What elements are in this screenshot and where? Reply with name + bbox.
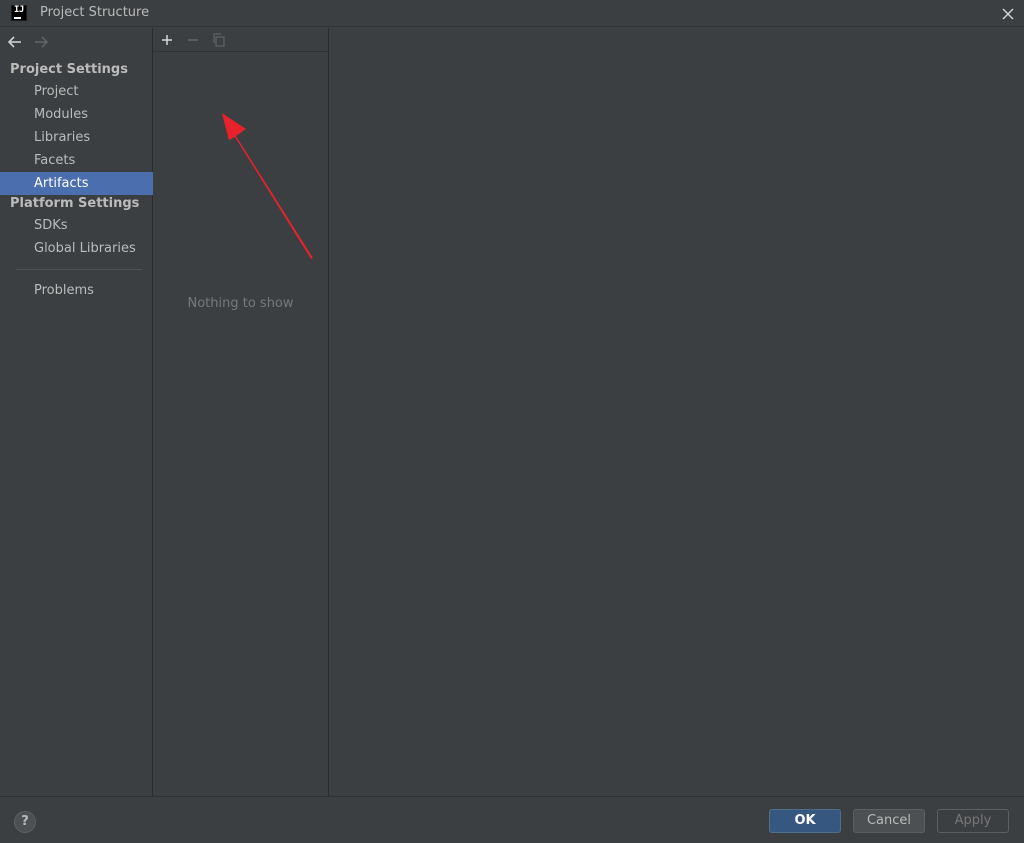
sidebar-item-sdks[interactable]: SDKs	[0, 214, 153, 237]
app-icon-bar	[14, 17, 21, 19]
apply-button[interactable]: Apply	[937, 809, 1009, 833]
copy-icon[interactable]	[211, 32, 227, 48]
dialog-footer: ? OK Cancel Apply	[0, 796, 1024, 843]
back-arrow-icon[interactable]	[7, 35, 23, 49]
list-toolbar	[153, 28, 328, 52]
title-bar: IJ Project Structure	[0, 0, 1024, 27]
empty-list-message: Nothing to show	[187, 296, 294, 311]
artifacts-list-panel: Nothing to show	[153, 28, 329, 796]
sidebar-divider	[16, 269, 142, 270]
help-icon[interactable]: ?	[14, 811, 36, 833]
add-icon[interactable]	[159, 32, 175, 48]
app-icon-text: IJ	[14, 5, 24, 15]
sidebar-item-project[interactable]: Project	[0, 80, 153, 103]
sidebar-item-libraries[interactable]: Libraries	[0, 126, 153, 149]
artifact-details-area	[329, 28, 1024, 796]
settings-sidebar: Project Settings Project Modules Librari…	[0, 28, 153, 796]
sidebar-item-modules[interactable]: Modules	[0, 103, 153, 126]
platform-settings-header: Platform Settings	[10, 196, 140, 211]
intellij-app-icon: IJ	[11, 5, 27, 21]
ok-button[interactable]: OK	[769, 809, 841, 833]
forward-arrow-icon[interactable]	[33, 35, 49, 49]
project-settings-header: Project Settings	[10, 62, 128, 77]
remove-icon[interactable]	[185, 32, 201, 48]
sidebar-item-global-libraries[interactable]: Global Libraries	[0, 237, 153, 260]
sidebar-item-artifacts[interactable]: Artifacts	[0, 172, 153, 195]
close-icon[interactable]	[999, 5, 1017, 23]
cancel-button[interactable]: Cancel	[853, 809, 925, 833]
sidebar-item-problems[interactable]: Problems	[0, 279, 153, 302]
window-title: Project Structure	[40, 5, 150, 20]
sidebar-item-facets[interactable]: Facets	[0, 149, 153, 172]
